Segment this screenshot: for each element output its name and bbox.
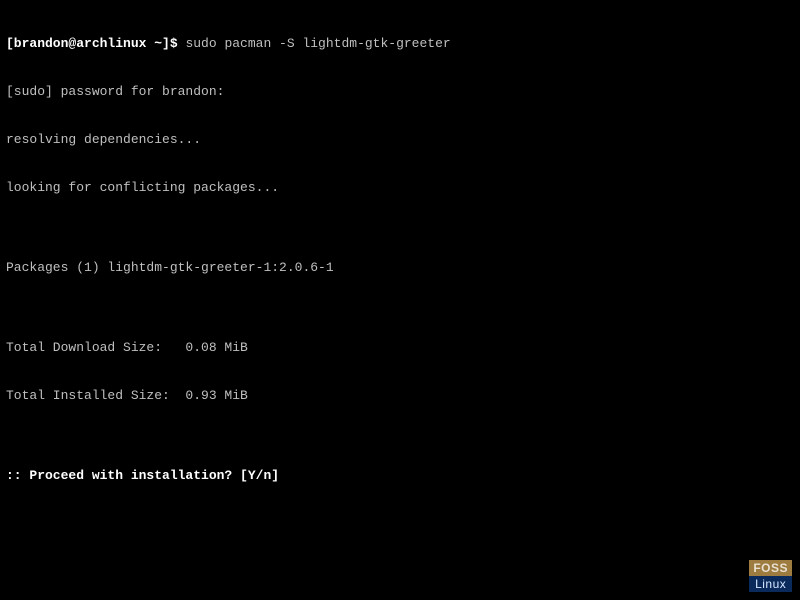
watermark-bottom: Linux <box>749 576 792 592</box>
command-text: sudo pacman -S lightdm-gtk-greeter <box>185 36 450 51</box>
shell-prompt: [brandon@archlinux ~]$ <box>6 36 185 51</box>
output-line: Total Installed Size: 0.93 MiB <box>6 388 794 404</box>
watermark-top: FOSS <box>749 560 792 576</box>
output-line: Packages (1) lightdm-gtk-greeter-1:2.0.6… <box>6 260 794 276</box>
watermark-logo: FOSS Linux <box>749 560 792 592</box>
output-line: Total Download Size: 0.08 MiB <box>6 340 794 356</box>
prompt-line: [brandon@archlinux ~]$ sudo pacman -S li… <box>6 36 794 52</box>
confirm-prompt[interactable]: :: Proceed with installation? [Y/n] <box>6 468 794 484</box>
output-line: looking for conflicting packages... <box>6 180 794 196</box>
terminal-area[interactable]: [brandon@archlinux ~]$ sudo pacman -S li… <box>0 0 800 504</box>
confirm-prefix: :: Proceed with installation? [Y/n] <box>6 468 279 483</box>
output-line: resolving dependencies... <box>6 132 794 148</box>
output-line: [sudo] password for brandon: <box>6 84 794 100</box>
